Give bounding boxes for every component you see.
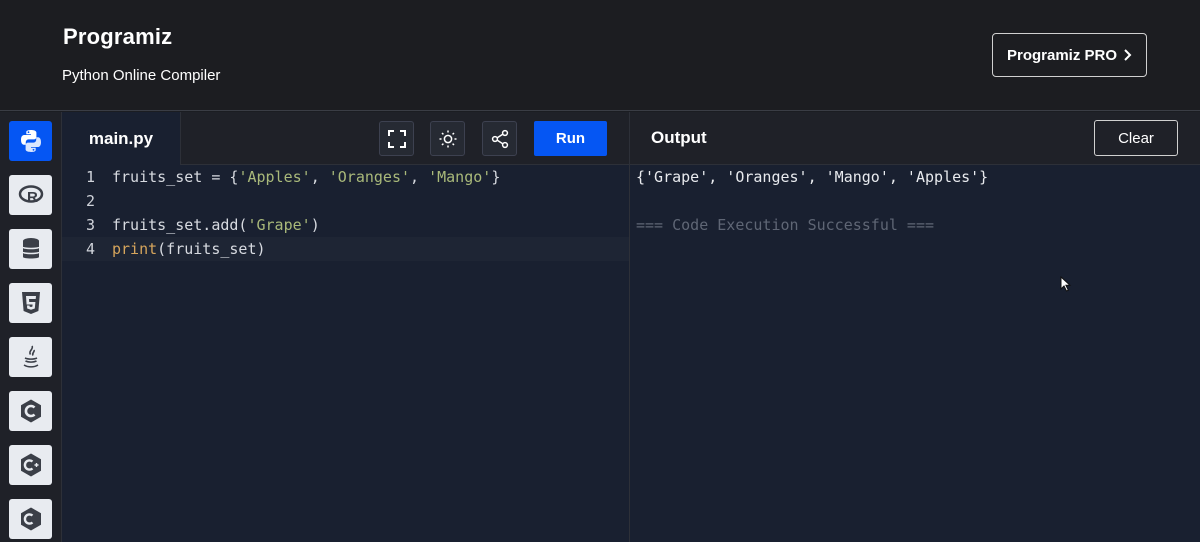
code-line-current: 4 print(fruits_set) [62, 237, 629, 261]
tab-main-py[interactable]: main.py [62, 112, 181, 165]
sidebar-item-html[interactable] [9, 283, 52, 323]
page-subtitle: Python Online Compiler [62, 67, 221, 84]
clear-button[interactable]: Clear [1094, 120, 1178, 156]
editor-toolbar: main.py Run [62, 112, 629, 165]
app-header: Programiz Python Online Compiler Program… [0, 0, 1200, 111]
theme-toggle-button[interactable] [430, 121, 465, 156]
share-button[interactable] [482, 121, 517, 156]
code-line-text: print(fruits_set) [112, 240, 266, 258]
csharp-icon [20, 507, 41, 531]
sidebar-item-c[interactable] [9, 391, 52, 431]
code-editor-panel: main.py Run 1 fruits_set = {'Apples', 'O… [62, 112, 629, 542]
output-toolbar: Output Clear [630, 112, 1200, 165]
r-icon: R [18, 185, 43, 206]
sidebar-item-python[interactable] [9, 121, 52, 161]
code-line-text: fruits_set = {'Apples', 'Oranges', 'Mang… [112, 168, 501, 186]
line-number: 1 [85, 168, 95, 186]
share-icon [491, 129, 508, 148]
svg-text:R: R [27, 189, 38, 206]
programiz-logo[interactable]: Programiz [63, 24, 172, 50]
code-line: 3 fruits_set.add('Grape') [62, 213, 629, 237]
pro-button-label: Programiz PRO [1006, 46, 1118, 64]
sidebar-item-sql[interactable] [9, 229, 52, 269]
fullscreen-button[interactable] [379, 121, 414, 156]
line-number: 2 [85, 192, 95, 210]
sidebar-item-csharp[interactable] [9, 499, 52, 539]
c-icon [20, 399, 41, 423]
code-line: 1 fruits_set = {'Apples', 'Oranges', 'Ma… [62, 165, 629, 189]
html5-icon [21, 292, 40, 314]
line-number: 4 [85, 240, 95, 258]
sun-icon [439, 130, 456, 147]
fullscreen-icon [387, 129, 406, 148]
mouse-pointer-icon [1060, 276, 1072, 292]
output-result-line: {'Grape', 'Oranges', 'Mango', 'Apples'} [636, 168, 989, 186]
code-area[interactable]: 1 fruits_set = {'Apples', 'Oranges', 'Ma… [62, 165, 629, 542]
code-line-text: fruits_set.add('Grape') [112, 216, 320, 234]
output-panel: Output Clear {'Grape', 'Oranges', 'Mango… [629, 112, 1200, 542]
code-line: 2 [62, 189, 629, 213]
line-number: 3 [85, 216, 95, 234]
output-title: Output [651, 128, 707, 147]
execution-status-line: === Code Execution Successful === [636, 216, 935, 234]
cpp-icon [20, 453, 41, 477]
sidebar-item-java[interactable] [9, 337, 52, 377]
python-icon [20, 130, 41, 152]
sql-database-icon [21, 238, 40, 259]
run-button[interactable]: Run [534, 121, 607, 156]
sidebar-item-r[interactable]: R [9, 175, 52, 215]
chevron-right-icon [1124, 49, 1132, 61]
programiz-pro-button[interactable]: Programiz PRO [992, 33, 1147, 77]
java-icon [23, 345, 38, 368]
language-sidebar: R [0, 112, 62, 542]
sidebar-item-cpp[interactable] [9, 445, 52, 485]
